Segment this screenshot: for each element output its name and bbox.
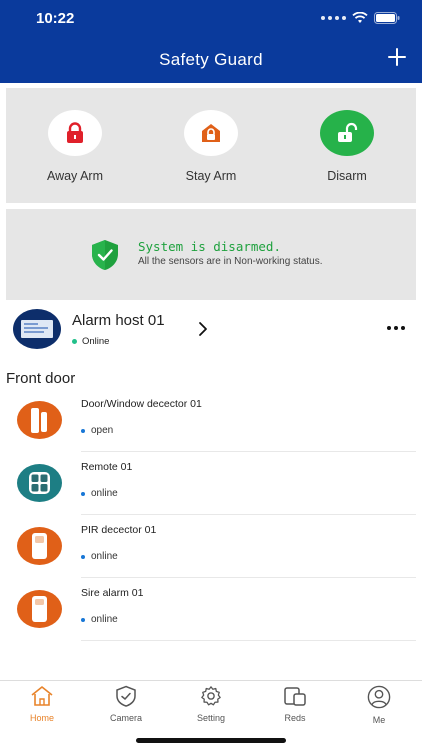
tab-label: Reds [284,713,306,723]
device-name: PIR decector 01 [81,524,157,536]
battery-icon [374,12,400,24]
lock-icon [67,122,83,143]
device-status-text: online [91,551,118,562]
shield-check-icon [92,240,118,270]
status-dot [81,428,85,433]
chevron-right-icon[interactable] [197,321,209,337]
tab-me[interactable]: Me [349,685,409,725]
list-item[interactable]: Door/Window decector 01 open [0,390,422,452]
arm-circle [48,110,102,156]
tab-label: Home [29,713,54,723]
devices-icon [284,687,306,706]
section-title: Front door [6,370,76,387]
pir-sensor-icon [17,527,62,565]
status-time: 10:22 [36,10,75,27]
tab-setting[interactable]: Setting [181,685,241,723]
remote-icon [17,464,62,502]
more-options-icon[interactable] [387,326,405,330]
alarm-host-status: Online [72,336,109,347]
device-status: online [81,551,118,562]
away-arm-label: Away Arm [46,169,104,183]
disarm-button[interactable]: Disarm [292,110,402,183]
tab-camera[interactable]: Camera [96,685,156,723]
list-item[interactable]: Remote 01 online [0,453,422,515]
arm-circle [320,110,374,156]
status-icons [321,12,400,24]
unlock-icon [338,122,358,142]
divider [81,577,416,578]
online-dot [72,339,77,344]
gear-icon [201,686,221,706]
list-item[interactable]: Sire alarm 01 online [0,579,422,641]
device-status-text: online [91,614,118,625]
shield-camera-icon [116,685,136,707]
user-icon [367,685,391,709]
divider [81,514,416,515]
tab-label: Camera [109,713,142,723]
device-status: open [81,425,113,436]
tab-reds[interactable]: Reds [265,685,325,723]
app-header: 10:22 Safety Guard [0,0,422,83]
system-status-title: System is disarmed. [138,239,281,254]
device-name: Door/Window decector 01 [81,398,202,410]
alarm-host-icon [13,309,61,349]
alarm-host-status-text: Online [82,336,110,347]
home-indicator[interactable] [136,738,286,743]
divider [81,451,416,452]
alarm-host-row[interactable]: Alarm host 01 Online [0,302,422,360]
arm-circle [184,110,238,156]
status-dot [81,554,85,559]
add-device-button[interactable] [386,46,408,68]
stay-arm-button[interactable]: Stay Arm [156,110,266,183]
system-status-subtitle: All the sensors are in Non-working statu… [138,256,323,267]
arm-mode-panel: Away Arm Stay Arm Disarm [6,88,416,203]
wifi-icon [352,12,368,23]
device-status-text: online [91,488,118,499]
siren-icon [17,590,62,628]
status-dot [81,617,85,622]
alarm-host-name: Alarm host 01 [72,312,165,329]
device-status-text: open [91,425,114,436]
system-status-panel: System is disarmed. All the sensors are … [6,209,416,300]
device-status: online [81,488,118,499]
away-arm-button[interactable]: Away Arm [20,110,130,183]
tab-label: Setting [196,713,226,723]
list-item[interactable]: PIR decector 01 online [0,516,422,578]
page-title: Safety Guard [159,50,263,69]
device-status: online [81,614,118,625]
device-name: Sire alarm 01 [81,587,144,599]
app-screen: 10:22 Safety Guard Away Arm Stay Arm Dis… [0,0,422,750]
tab-home[interactable]: Home [12,685,72,723]
signal-icon [321,16,346,20]
home-lock-icon [202,124,220,142]
stay-arm-label: Stay Arm [185,169,237,183]
tab-label: Me [372,715,386,725]
home-icon [31,686,53,706]
status-dot [81,491,85,496]
door-sensor-icon [17,401,62,439]
divider [81,640,416,641]
disarm-label: Disarm [327,169,367,183]
device-name: Remote 01 [81,461,133,473]
